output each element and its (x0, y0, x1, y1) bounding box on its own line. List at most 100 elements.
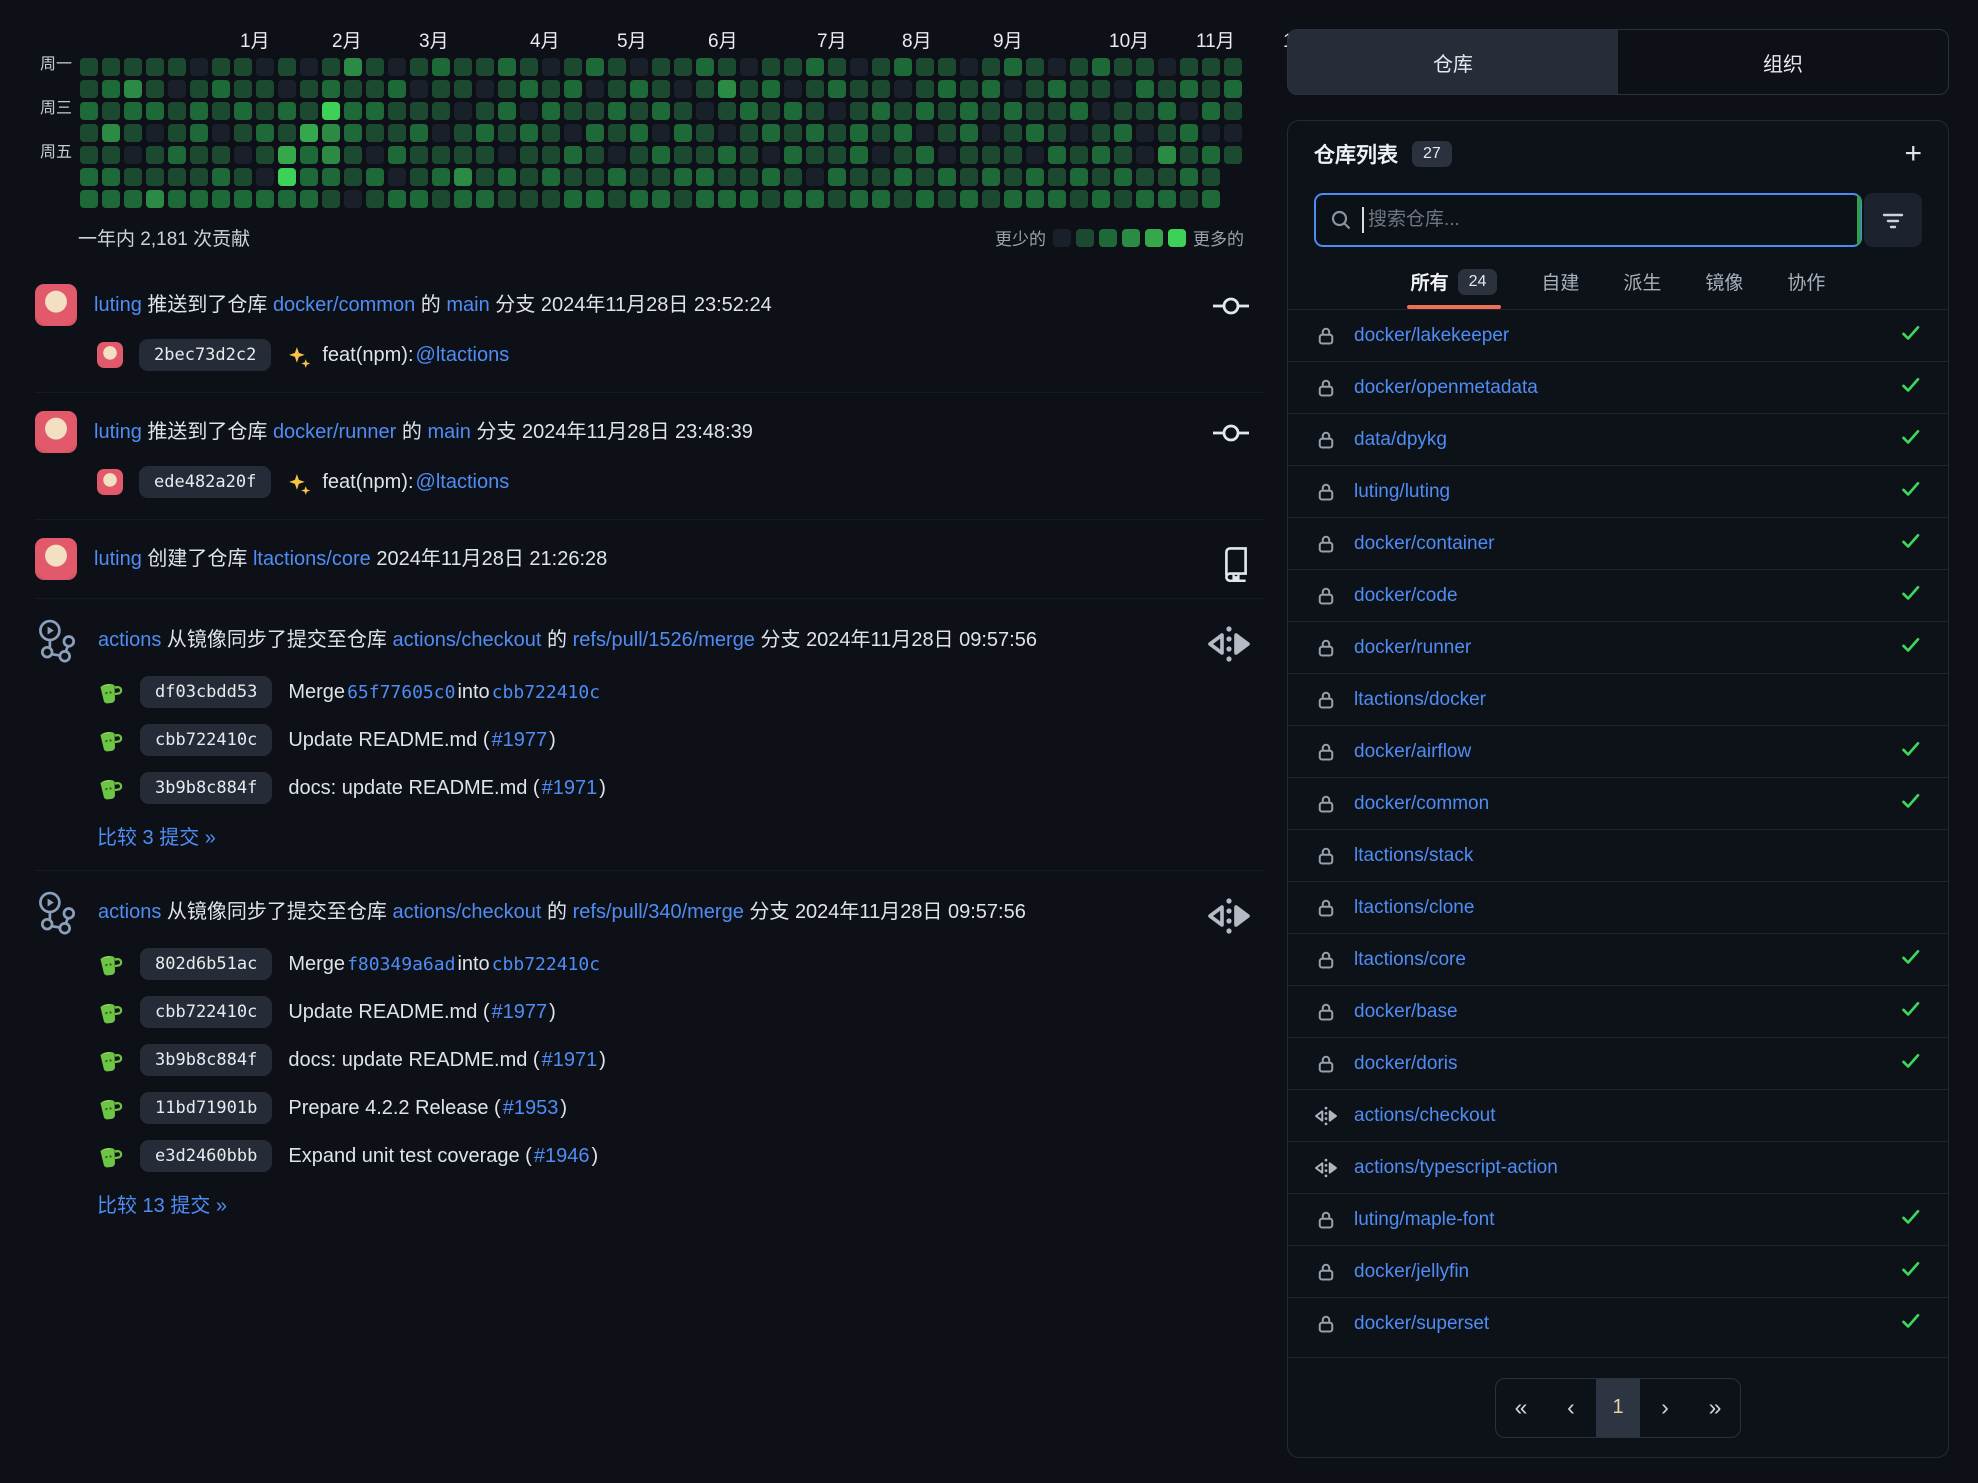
repo-row[interactable]: docker/code (1288, 569, 1948, 621)
inline-link[interactable]: @ltactions (416, 471, 510, 494)
filter-tab[interactable]: 自建 (1541, 268, 1579, 309)
inline-link[interactable]: luting (94, 548, 142, 570)
repo-row[interactable]: ltactions/docker (1288, 673, 1948, 725)
commit-hash[interactable]: 2bec73d2c2 (139, 339, 271, 371)
repo-link[interactable]: data/dpykg (1354, 429, 1884, 451)
inline-link[interactable]: #1971 (542, 1049, 598, 1072)
compare-commits-link[interactable]: 比较 13 提交 » (97, 1189, 1265, 1218)
commit-hash[interactable]: e3d2460bbb (140, 1140, 272, 1172)
repo-search-input[interactable] (1366, 208, 1846, 232)
repo-row[interactable]: ltactions/clone (1288, 881, 1948, 933)
inline-link[interactable]: actions (98, 629, 161, 651)
compare-commits-link[interactable]: 比较 3 提交 » (97, 821, 1265, 850)
inline-link[interactable]: ltactions/core (253, 548, 371, 570)
repo-link[interactable]: docker/code (1354, 585, 1884, 607)
filter-tab[interactable]: 所有24 (1411, 268, 1498, 309)
commit-hash[interactable]: 3b9b8c884f (140, 1044, 272, 1076)
repo-link[interactable]: docker/airflow (1354, 741, 1884, 763)
repo-link[interactable]: docker/openmetadata (1354, 377, 1884, 399)
repo-link[interactable]: docker/container (1354, 533, 1884, 555)
repo-link[interactable]: docker/common (1354, 793, 1884, 815)
commit-hash[interactable]: cbb722410c (140, 996, 272, 1028)
user-avatar[interactable] (35, 538, 77, 580)
repo-row[interactable]: docker/container (1288, 517, 1948, 569)
filter-tab[interactable]: 协作 (1787, 268, 1825, 309)
inline-link[interactable]: #1977 (492, 1001, 548, 1024)
repo-row[interactable]: docker/superset (1288, 1297, 1948, 1349)
current-page[interactable]: 1 (1596, 1379, 1640, 1437)
repo-row[interactable]: data/dpykg (1288, 413, 1948, 465)
repo-link[interactable]: docker/lakekeeper (1354, 325, 1884, 347)
inline-link[interactable]: actions/checkout (393, 901, 542, 923)
user-avatar[interactable] (35, 411, 77, 453)
inline-link[interactable]: cbb722410c (492, 682, 600, 703)
repo-link[interactable]: actions/checkout (1354, 1105, 1922, 1127)
inline-link[interactable]: #1971 (542, 777, 598, 800)
repo-link[interactable]: docker/superset (1354, 1313, 1884, 1335)
commit-hash[interactable]: ede482a20f (139, 466, 271, 498)
repo-link[interactable]: luting/luting (1354, 481, 1884, 503)
repo-row[interactable]: actions/typescript-action (1288, 1141, 1948, 1193)
prev-page-button[interactable]: ‹ (1546, 1379, 1596, 1437)
repo-link[interactable]: ltactions/core (1354, 949, 1884, 971)
repo-row[interactable]: docker/base (1288, 985, 1948, 1037)
repo-row[interactable]: ltactions/stack (1288, 829, 1948, 881)
last-page-button[interactable]: » (1690, 1379, 1740, 1437)
panel-tab-repos[interactable]: 仓库 (1288, 30, 1618, 94)
inline-link[interactable]: actions (98, 901, 161, 923)
inline-link[interactable]: #1953 (503, 1097, 559, 1120)
repo-link[interactable]: docker/runner (1354, 637, 1884, 659)
inline-link[interactable]: luting (94, 294, 142, 316)
repo-row[interactable]: docker/openmetadata (1288, 361, 1948, 413)
repo-row[interactable]: ltactions/core (1288, 933, 1948, 985)
repo-row[interactable]: docker/airflow (1288, 725, 1948, 777)
inline-link[interactable]: @ltactions (416, 344, 510, 367)
commit-hash[interactable]: df03cbdd53 (140, 676, 272, 708)
repo-link[interactable]: docker/doris (1354, 1053, 1884, 1075)
inline-link[interactable]: #1946 (534, 1145, 590, 1168)
repo-link[interactable]: docker/base (1354, 1001, 1884, 1023)
commit-hash[interactable]: 802d6b51ac (140, 948, 272, 980)
inline-link[interactable]: actions/checkout (393, 629, 542, 651)
actions-avatar-icon[interactable] (35, 889, 81, 935)
next-page-button[interactable]: › (1640, 1379, 1690, 1437)
inline-link[interactable]: docker/common (273, 294, 415, 316)
inline-link[interactable]: f80349a6ad (347, 954, 455, 975)
repo-row[interactable]: docker/jellyfin (1288, 1245, 1948, 1297)
user-avatar[interactable] (35, 284, 77, 326)
commit-author-avatar[interactable] (97, 469, 123, 495)
commit-author-avatar[interactable] (97, 342, 123, 368)
filter-button[interactable] (1864, 193, 1922, 247)
repo-row[interactable]: actions/checkout (1288, 1089, 1948, 1141)
filter-tab[interactable]: 派生 (1623, 268, 1661, 309)
repo-row[interactable]: docker/lakekeeper (1288, 309, 1948, 361)
filter-tab[interactable]: 镜像 (1705, 268, 1743, 309)
repo-link[interactable]: docker/jellyfin (1354, 1261, 1884, 1283)
inline-link[interactable]: main (427, 421, 470, 443)
repo-link[interactable]: ltactions/docker (1354, 689, 1922, 711)
inline-link[interactable]: 65f77605c0 (347, 682, 455, 703)
panel-tab-orgs[interactable]: 组织 (1618, 30, 1948, 94)
inline-link[interactable]: main (446, 294, 489, 316)
repo-row[interactable]: luting/luting (1288, 465, 1948, 517)
repo-link[interactable]: luting/maple-font (1354, 1209, 1884, 1231)
repo-link[interactable]: ltactions/stack (1354, 845, 1922, 867)
commit-hash[interactable]: 11bd71901b (140, 1092, 272, 1124)
commit-hash[interactable]: 3b9b8c884f (140, 772, 272, 804)
inline-link[interactable]: cbb722410c (492, 954, 600, 975)
repo-link[interactable]: ltactions/clone (1354, 897, 1922, 919)
inline-link[interactable]: docker/runner (273, 421, 396, 443)
first-page-button[interactable]: « (1496, 1379, 1546, 1437)
actions-avatar-icon[interactable] (35, 617, 81, 663)
inline-link[interactable]: luting (94, 421, 142, 443)
inline-link[interactable]: refs/pull/340/merge (573, 901, 744, 923)
repo-row[interactable]: docker/doris (1288, 1037, 1948, 1089)
repo-row[interactable]: luting/maple-font (1288, 1193, 1948, 1245)
commit-hash[interactable]: cbb722410c (140, 724, 272, 756)
repo-row[interactable]: docker/common (1288, 777, 1948, 829)
inline-link[interactable]: #1977 (492, 729, 548, 752)
repo-link[interactable]: actions/typescript-action (1354, 1157, 1922, 1179)
repo-row[interactable]: docker/runner (1288, 621, 1948, 673)
add-repo-button[interactable]: + (1904, 139, 1922, 169)
inline-link[interactable]: refs/pull/1526/merge (573, 629, 755, 651)
